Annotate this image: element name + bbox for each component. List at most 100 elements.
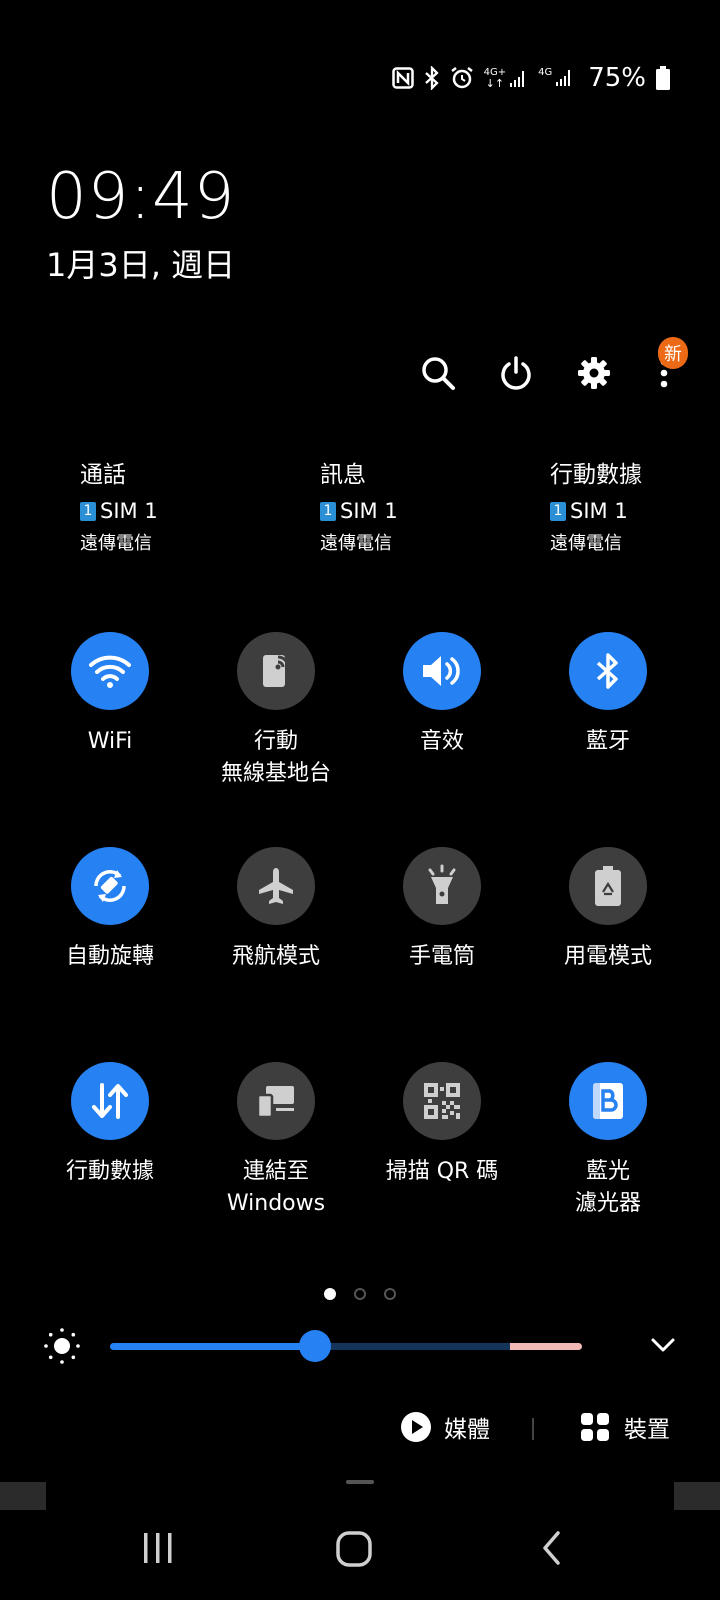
tile-sound[interactable]: 音效 xyxy=(359,632,525,758)
tile-airplane-mode[interactable]: 飛航模式 xyxy=(193,847,359,973)
sound-icon xyxy=(423,656,460,686)
tile-label: 藍光 濾光器 xyxy=(525,1156,691,1220)
brightness-control xyxy=(42,1318,678,1374)
sim-mobile-data[interactable]: 行動數據 1 SIM 1 遠傳電信 xyxy=(550,455,710,555)
tile-label-line-1: 連結至 xyxy=(242,1159,309,1184)
tile-label-line-2: Windows xyxy=(226,1191,326,1216)
tile-icon-bg[interactable] xyxy=(71,1062,149,1140)
power-icon xyxy=(501,356,531,390)
tile-auto-rotate[interactable]: 自動旋轉 xyxy=(27,847,193,973)
tile-icon-bg[interactable] xyxy=(403,632,481,710)
net-type-label-1: 4G+ xyxy=(483,66,507,78)
airplane-icon xyxy=(259,868,293,904)
tile-icon-bg[interactable] xyxy=(569,847,647,925)
play-circle-icon xyxy=(401,1412,431,1442)
sim-messages-title: 訊息 xyxy=(320,462,366,488)
page-dot[interactable] xyxy=(354,1288,366,1300)
nfc-icon xyxy=(391,67,414,89)
tile-label: 藍牙 xyxy=(585,729,630,754)
sim-calls-carrier: 遠傳電信 xyxy=(80,533,152,554)
wifi-icon xyxy=(89,655,131,688)
signal-4g-icon: 4G xyxy=(538,68,574,88)
settings-button[interactable] xyxy=(576,355,612,391)
tile-icon-bg[interactable] xyxy=(403,847,481,925)
brightness-slider-fill xyxy=(110,1343,316,1350)
tile-label: 自動旋轉 xyxy=(65,944,154,969)
status-bar: 4G+ ↓↑ 4G 75% xyxy=(391,60,670,96)
search-icon xyxy=(422,357,455,390)
tile-icon-bg[interactable] xyxy=(71,632,149,710)
brightness-slider-track[interactable] xyxy=(110,1343,582,1350)
tile-icon-bg[interactable] xyxy=(71,847,149,925)
more-options-button[interactable]: 新 xyxy=(654,337,688,391)
sim-calls-title: 通話 xyxy=(80,462,126,488)
tile-mobile-hotspot[interactable]: 行動 無線基地台 xyxy=(193,632,359,790)
tile-power-mode[interactable]: 用電模式 xyxy=(525,847,691,973)
devices-button[interactable]: 裝置 xyxy=(580,1410,670,1444)
tile-icon-bg[interactable] xyxy=(237,632,315,710)
tile-label-line-2: 濾光器 xyxy=(574,1191,641,1216)
tile-link-to-windows[interactable]: 連結至 Windows xyxy=(193,1062,359,1220)
sim-data-carrier: 遠傳電信 xyxy=(550,533,622,554)
sim-messages-carrier: 遠傳電信 xyxy=(320,533,392,554)
tile-label-line-1: 藍光 xyxy=(585,1159,630,1184)
sim-number-icon: 1 xyxy=(550,501,566,521)
tile-wifi[interactable]: WiFi xyxy=(27,632,193,758)
tile-icon-bg[interactable] xyxy=(403,1062,481,1140)
navigation-bar xyxy=(0,1530,720,1586)
panel-corner-left xyxy=(0,1482,46,1510)
net-type-label-2: 4G xyxy=(538,67,553,78)
sim-calls-sim: SIM 1 xyxy=(100,499,158,523)
sim-messages[interactable]: 訊息 1 SIM 1 遠傳電信 xyxy=(320,455,480,555)
mobile-data-icon xyxy=(92,1083,128,1119)
tile-label: 連結至 Windows xyxy=(193,1156,359,1220)
sim-messages-sim: SIM 1 xyxy=(340,499,398,523)
battery-percent: 75% xyxy=(588,63,646,93)
link-to-windows-icon xyxy=(256,1086,294,1119)
panel-drag-handle[interactable] xyxy=(346,1480,374,1484)
hotspot-icon xyxy=(263,655,290,687)
page-dot[interactable] xyxy=(384,1288,396,1300)
clock-time[interactable]: 09:49 xyxy=(46,160,235,234)
tile-mobile-data[interactable]: 行動數據 xyxy=(27,1062,193,1188)
tile-icon-bg[interactable] xyxy=(237,1062,315,1140)
media-button[interactable]: 媒體 xyxy=(400,1410,490,1444)
brightness-slider-thumb[interactable] xyxy=(299,1330,332,1362)
divider xyxy=(532,1418,534,1440)
sim-number-icon: 1 xyxy=(80,501,96,521)
blue-light-filter-icon xyxy=(593,1083,623,1119)
chevron-down-icon[interactable] xyxy=(648,1330,678,1360)
search-button[interactable] xyxy=(420,355,456,391)
back-icon[interactable] xyxy=(540,1530,564,1566)
page-dot[interactable] xyxy=(324,1288,336,1300)
tile-label: WiFi xyxy=(87,729,133,754)
home-icon[interactable] xyxy=(335,1530,373,1568)
tile-label-line-1: 行動 xyxy=(253,729,298,754)
sim-data-title: 行動數據 xyxy=(550,462,642,488)
brightness-high-warning-zone xyxy=(510,1343,582,1350)
tile-icon-bg[interactable] xyxy=(569,632,647,710)
page-indicator xyxy=(0,1288,720,1300)
clock-date[interactable]: 1月3日, 週日 xyxy=(46,240,235,286)
tile-icon-bg[interactable] xyxy=(569,1062,647,1140)
devices-grid-icon xyxy=(581,1413,609,1441)
tile-icon-bg[interactable] xyxy=(237,847,315,925)
qr-scan-icon xyxy=(424,1083,460,1119)
battery-icon xyxy=(656,66,670,90)
brightness-sun-icon xyxy=(44,1328,80,1364)
sim-calls[interactable]: 通話 1 SIM 1 遠傳電信 xyxy=(80,455,240,555)
tile-qr-scan[interactable]: 掃描 QR 碼 xyxy=(359,1062,525,1188)
tile-label: 音效 xyxy=(419,729,464,754)
alarm-icon xyxy=(450,67,473,89)
signal-4g-plus-icon: 4G+ ↓↑ xyxy=(483,66,529,89)
recent-apps-icon[interactable] xyxy=(142,1530,174,1566)
tile-label: 手電筒 xyxy=(408,944,475,969)
power-button[interactable] xyxy=(498,355,534,391)
tile-label: 行動 無線基地台 xyxy=(193,726,359,790)
tile-bluetooth[interactable]: 藍牙 xyxy=(525,632,691,758)
bluetooth-icon xyxy=(424,66,439,90)
tile-blue-light-filter[interactable]: 藍光 濾光器 xyxy=(525,1062,691,1220)
tile-label: 掃描 QR 碼 xyxy=(385,1159,499,1184)
tile-flashlight[interactable]: 手電筒 xyxy=(359,847,525,973)
new-badge: 新 xyxy=(658,337,688,369)
